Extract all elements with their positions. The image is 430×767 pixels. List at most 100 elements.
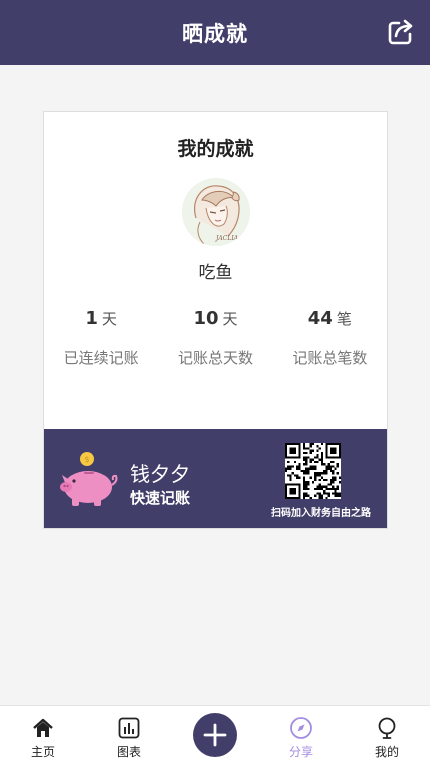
qr-module xyxy=(298,476,301,479)
qr-module xyxy=(332,460,335,464)
qr-module xyxy=(316,454,319,457)
qr-module xyxy=(289,476,292,479)
qr-module xyxy=(334,467,337,470)
qr-module xyxy=(325,465,328,468)
qr-module xyxy=(320,472,324,475)
qr-module xyxy=(305,458,308,461)
qr-module xyxy=(329,443,333,446)
stat-label: 记账总天数 xyxy=(177,349,253,367)
tab-share[interactable]: 分享 xyxy=(258,706,344,767)
qr-module xyxy=(285,487,288,491)
tab-add[interactable] xyxy=(172,706,258,767)
qr-module xyxy=(327,483,330,486)
qr-module xyxy=(318,494,321,497)
qr-module xyxy=(311,458,315,461)
qr-module xyxy=(314,460,317,464)
qr-module xyxy=(329,451,333,455)
qr-module xyxy=(338,476,341,479)
qr-module xyxy=(298,483,301,486)
qr-module xyxy=(289,449,292,452)
stat-value: 44 xyxy=(307,308,333,329)
qr-module xyxy=(327,494,330,497)
qr-module xyxy=(293,449,297,452)
qr-module xyxy=(332,443,335,446)
qr-module xyxy=(314,472,317,475)
qr-module xyxy=(305,467,308,470)
qr-module xyxy=(318,447,321,450)
qr-module xyxy=(325,469,328,473)
qr-module xyxy=(302,492,306,495)
qr-module xyxy=(325,451,328,455)
qr-module xyxy=(307,469,310,473)
qr-module xyxy=(311,465,315,468)
bottom-tab-bar: 主页 图表 分享 我的 xyxy=(0,705,430,767)
qr-module xyxy=(302,472,306,475)
tab-label: 我的 xyxy=(374,745,399,759)
qr-module xyxy=(309,460,312,464)
qr-module xyxy=(323,472,326,475)
qr-module xyxy=(318,496,321,499)
qr-module xyxy=(332,476,335,479)
qr-module xyxy=(291,483,294,486)
qr-module xyxy=(334,476,337,479)
qr-module xyxy=(287,474,290,477)
qr-module xyxy=(334,449,337,452)
qr-module xyxy=(285,443,288,446)
qr-module xyxy=(307,483,310,486)
qr-module xyxy=(325,449,328,452)
qr-module xyxy=(334,492,337,495)
qr-module xyxy=(316,445,319,448)
qr-module xyxy=(318,487,321,491)
qr-module xyxy=(325,485,328,488)
qr-module xyxy=(307,467,310,470)
qr-module xyxy=(332,478,335,482)
qr-module xyxy=(325,454,328,457)
tab-chart[interactable]: 图表 xyxy=(86,706,172,767)
qr-module xyxy=(302,496,306,499)
qr-module xyxy=(318,472,321,475)
qr-module xyxy=(285,456,288,459)
qr-module xyxy=(291,465,294,468)
qr-module xyxy=(298,485,301,488)
qr-module xyxy=(293,496,297,499)
qr-module xyxy=(291,449,294,452)
qr-module xyxy=(338,481,341,484)
username: 吃鱼 xyxy=(198,263,233,283)
tab-mine[interactable]: 我的 xyxy=(344,706,430,767)
qr-module xyxy=(305,481,308,484)
chart-icon xyxy=(118,717,140,739)
qr-module xyxy=(291,487,294,491)
qr-module xyxy=(320,454,324,457)
qr-module xyxy=(327,443,330,446)
qr-module xyxy=(302,458,306,461)
stat-value: 10 xyxy=(193,308,219,329)
qr-module xyxy=(320,494,324,497)
qr-module xyxy=(316,472,319,475)
qr-module xyxy=(285,494,288,497)
qr-module xyxy=(305,472,308,475)
qr-module xyxy=(323,469,326,473)
share-button[interactable] xyxy=(386,17,416,47)
qr-module xyxy=(298,496,301,499)
qr-module xyxy=(325,447,328,450)
qr-module xyxy=(302,478,306,482)
qr-module xyxy=(338,494,341,497)
piggy-bank-icon: $ xyxy=(60,452,118,506)
tab-label: 图表 xyxy=(116,745,141,759)
qr-module xyxy=(332,487,335,491)
qr-module xyxy=(291,496,294,499)
qr-module xyxy=(318,485,321,488)
qr-module xyxy=(320,485,324,488)
avatar-signature: JACLIA xyxy=(214,235,239,242)
qr-module xyxy=(285,447,288,450)
qr-module xyxy=(298,492,301,495)
qr-module xyxy=(323,478,326,482)
qr-module xyxy=(296,456,299,459)
qr-module xyxy=(302,481,306,484)
qr-module xyxy=(302,443,306,446)
add-record-button[interactable] xyxy=(193,713,237,757)
qr-module xyxy=(285,496,288,499)
tab-home[interactable]: 主页 xyxy=(0,706,86,767)
qr-module xyxy=(302,469,306,473)
qr-module xyxy=(289,483,292,486)
